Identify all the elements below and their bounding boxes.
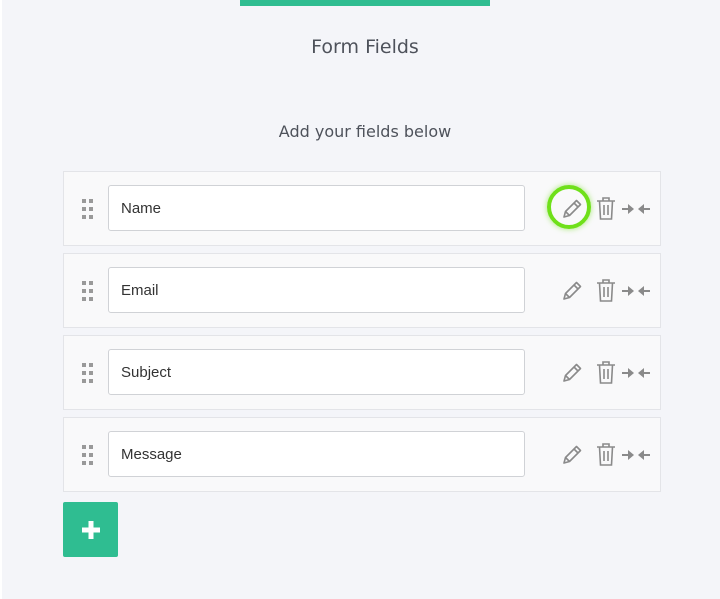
trash-icon	[597, 443, 615, 466]
resize-button[interactable]	[622, 202, 650, 216]
edit-button[interactable]	[560, 197, 584, 221]
drag-handle-icon[interactable]	[81, 199, 95, 219]
resize-button[interactable]	[622, 448, 650, 462]
page-title: Form Fields	[311, 36, 419, 58]
resize-button[interactable]	[622, 284, 650, 298]
delete-button[interactable]	[596, 196, 616, 221]
plus-icon	[81, 520, 100, 539]
pencil-icon	[563, 445, 582, 464]
trash-icon	[597, 361, 615, 384]
field-row	[63, 335, 661, 410]
drag-handle-icon[interactable]	[81, 281, 95, 301]
drag-handle-icon[interactable]	[81, 445, 95, 465]
delete-button[interactable]	[596, 442, 616, 467]
page-subtitle: Add your fields below	[278, 122, 452, 141]
field-label-input[interactable]	[108, 349, 525, 395]
field-label-input[interactable]	[108, 267, 525, 313]
trash-icon	[597, 279, 615, 302]
arrows-collapse-icon	[622, 286, 650, 296]
pencil-icon	[563, 281, 582, 300]
trash-icon	[597, 197, 615, 220]
drag-handle-icon[interactable]	[81, 363, 95, 383]
add-field-button[interactable]	[63, 502, 118, 557]
arrows-collapse-icon	[622, 204, 650, 214]
field-row	[63, 253, 661, 328]
pencil-icon	[563, 363, 582, 382]
edit-button[interactable]	[560, 361, 584, 385]
progress-accent-bar	[240, 0, 490, 6]
field-label-input[interactable]	[108, 185, 525, 231]
delete-button[interactable]	[596, 278, 616, 303]
arrows-collapse-icon	[622, 368, 650, 378]
field-label-input[interactable]	[108, 431, 525, 477]
edit-button[interactable]	[560, 279, 584, 303]
arrows-collapse-icon	[622, 450, 650, 460]
pencil-icon	[563, 199, 582, 218]
delete-button[interactable]	[596, 360, 616, 385]
field-row	[63, 171, 661, 246]
field-row	[63, 417, 661, 492]
edit-button[interactable]	[560, 443, 584, 467]
resize-button[interactable]	[622, 366, 650, 380]
